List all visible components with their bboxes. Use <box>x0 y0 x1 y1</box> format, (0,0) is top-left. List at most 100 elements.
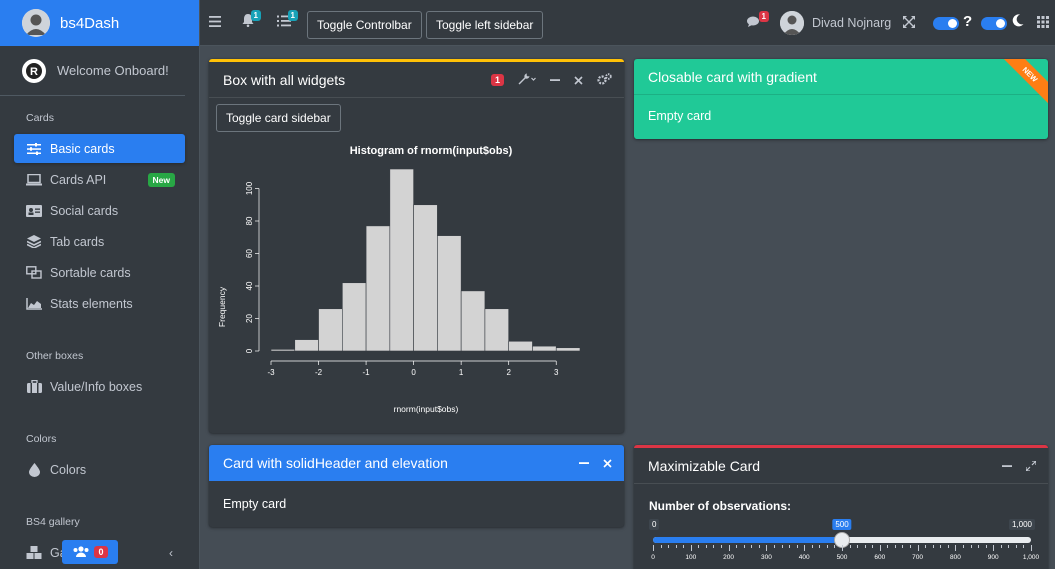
slider-major-tick <box>993 545 995 551</box>
notifications-badge: 1 <box>250 10 261 21</box>
section-header-gallery: BS4 gallery <box>26 516 80 528</box>
section-header-cards: Cards <box>26 112 55 124</box>
gradient-card: Closable card with gradient Empty card N… <box>634 59 1048 139</box>
maximizable-card-header: Maximizable Card <box>634 448 1048 484</box>
sidebar-item-label: Cards API <box>50 172 107 187</box>
minus-icon[interactable] <box>579 456 589 471</box>
laptop-icon <box>26 173 42 187</box>
slider-major-tick <box>728 545 730 551</box>
slider-major-tick <box>804 545 806 551</box>
sidebar-item-social-cards[interactable]: Social cards <box>14 196 185 225</box>
slider-major-tick <box>955 545 957 551</box>
slider-minor-tick <box>668 545 670 548</box>
sidebar-item-label: Value/Info boxes <box>50 379 143 394</box>
minus-icon[interactable] <box>1002 459 1012 474</box>
user-menu[interactable]: Divad Nojnarg <box>780 11 891 35</box>
slider-tick-label: 1,000 <box>1022 554 1040 561</box>
dark-mode-toggle[interactable] <box>981 17 1007 30</box>
user-panel: R Welcome Onboard! <box>0 46 185 96</box>
chart-title: Histogram of rnorm(input$obs) <box>350 145 513 157</box>
card-title: Card with solidHeader and elevation <box>223 455 448 471</box>
th-icon[interactable] <box>1037 15 1049 31</box>
slider-minor-tick <box>781 545 783 548</box>
slider-minor-tick <box>940 545 942 548</box>
card-tools: 1 <box>490 62 612 98</box>
slider-minor-tick <box>1015 545 1017 548</box>
slider-minor-tick <box>962 545 964 548</box>
slider-tick-label: 0 <box>651 554 655 561</box>
sidebar-item-cards-api[interactable]: Cards API New <box>14 165 185 194</box>
solid-header-card: Card with solidHeader and elevation Empt… <box>209 445 624 527</box>
slider-minor-tick <box>751 545 753 548</box>
tasks-badge: 1 <box>287 10 298 21</box>
suitcase-icon <box>26 380 42 394</box>
observations-slider[interactable]: 0 1,000 500 0 100 200 300 400 500 600 700 800 900… <box>649 519 1039 569</box>
hamburger-icon[interactable] <box>209 14 221 30</box>
slider-label: Number of observations: <box>649 499 792 513</box>
chevron-left-icon: ‹ <box>169 545 173 560</box>
card-label-badge: 1 <box>490 74 504 86</box>
slider-major-tick <box>766 545 768 551</box>
slider-major-tick <box>917 545 919 551</box>
slider-major-tick <box>879 545 881 551</box>
toggle-controlbar-button[interactable]: Toggle Controlbar <box>307 11 422 39</box>
toggle-card-sidebar-button[interactable]: Toggle card sidebar <box>216 104 341 132</box>
tasks-icon[interactable]: 1 <box>277 10 298 30</box>
histogram-bar <box>365 225 391 352</box>
minus-icon[interactable] <box>550 73 560 88</box>
wrench-dropdown-icon[interactable] <box>518 73 536 88</box>
slider-minor-tick <box>985 545 987 548</box>
x-tick-label: 0 <box>411 368 416 377</box>
users-icon <box>72 545 90 560</box>
sidebar-item-value-info-boxes[interactable]: Value/Info boxes <box>14 372 185 401</box>
chart-area-icon <box>26 297 42 311</box>
slider-tick-label: 800 <box>949 554 961 561</box>
slider-minor-tick <box>925 545 927 548</box>
sidebar-item-colors[interactable]: Colors <box>14 455 185 484</box>
cogs-icon[interactable] <box>597 72 612 88</box>
y-tick-label: 20 <box>245 314 254 323</box>
sidebar-item-basic-cards[interactable]: Basic cards <box>14 134 185 163</box>
users-button[interactable]: 0 <box>62 540 118 564</box>
user-name: Divad Nojnarg <box>812 16 892 30</box>
slider-minor-tick <box>894 545 896 548</box>
y-tick-label: 60 <box>245 249 254 258</box>
cubes-icon <box>26 546 42 560</box>
slider-fill <box>653 537 842 543</box>
expand-arrows-icon[interactable] <box>903 15 915 31</box>
sidebar-item-stats-elements[interactable]: Stats elements <box>14 289 185 318</box>
slider-tick-label: 500 <box>836 554 848 561</box>
y-tick-label: 100 <box>245 181 254 195</box>
slider-value-label: 500 <box>832 519 852 530</box>
close-icon[interactable] <box>603 456 612 471</box>
slider-minor-tick <box>947 545 949 548</box>
slider-grid: 0 100 200 300 400 500 600 700 800 900 1,000 <box>651 545 1039 565</box>
slider-major-tick <box>842 545 843 551</box>
close-icon[interactable] <box>574 73 583 88</box>
card-tools <box>579 445 612 481</box>
slider-minor-tick <box>970 545 972 548</box>
comments-icon[interactable]: 1 <box>747 11 769 31</box>
y-tick-label: 40 <box>245 281 254 290</box>
histogram-bar <box>460 290 486 352</box>
maximizable-card: Maximizable Card Number of observations:… <box>634 445 1048 569</box>
toggle-left-sidebar-button[interactable]: Toggle left sidebar <box>426 11 544 39</box>
x-tick-label: -2 <box>315 368 323 377</box>
histogram-chart: Histogram of rnorm(input$obs) rnorm(inpu… <box>217 145 581 414</box>
slider-tick-label: 100 <box>685 554 697 561</box>
brand-logo <box>22 9 50 37</box>
question-icon[interactable]: ? <box>963 13 972 30</box>
slider-minor-tick <box>932 545 934 548</box>
bell-icon[interactable]: 1 <box>242 10 261 30</box>
histogram-bar <box>555 347 581 352</box>
theme-toggle[interactable] <box>933 17 959 30</box>
slider-minor-tick <box>743 545 745 548</box>
slider-minor-tick <box>819 545 821 548</box>
expand-icon[interactable] <box>1025 459 1037 474</box>
sidebar-item-sortable-cards[interactable]: Sortable cards <box>14 258 185 287</box>
sidebar-item-tab-cards[interactable]: Tab cards <box>14 227 185 256</box>
histogram-bar <box>508 340 533 352</box>
brand-link[interactable]: bs4Dash <box>0 0 199 46</box>
card-tools <box>1002 448 1037 484</box>
card-body: Empty card <box>648 109 712 123</box>
